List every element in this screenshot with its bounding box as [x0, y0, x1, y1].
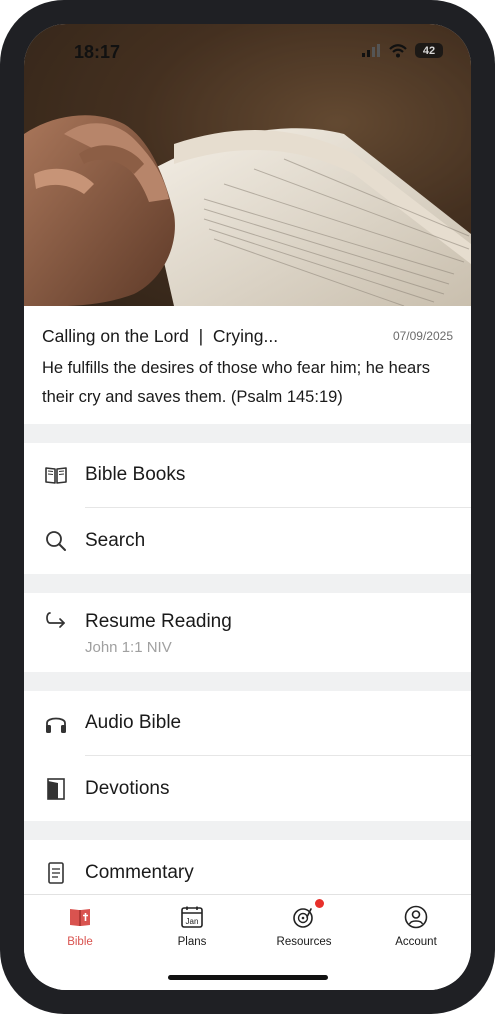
- menu-label-devotions: Devotions: [85, 778, 170, 799]
- record-player-icon: [293, 908, 313, 928]
- tab-bible[interactable]: Bible: [24, 903, 136, 953]
- tab-label-plans: Plans: [177, 936, 207, 948]
- phone-frame: 18:17 42 Calling on the Lord | Crying...…: [0, 0, 495, 1014]
- verse-title: Calling on the Lord | Crying...: [42, 326, 279, 346]
- battery-icon: 42: [415, 43, 443, 58]
- search-icon: [46, 531, 66, 551]
- tab-label-bible: Bible: [67, 936, 93, 948]
- wifi-icon: [389, 43, 407, 57]
- status-time: 18:17: [74, 42, 121, 62]
- section-separator: [24, 424, 471, 443]
- section-separator: [24, 672, 471, 691]
- tab-plans[interactable]: Jan Plans: [136, 903, 248, 953]
- calendar-icon: Jan: [181, 906, 203, 928]
- verse-date: 07/09/2025: [392, 329, 453, 343]
- menu-item-bible-books[interactable]: Bible Books: [24, 443, 471, 508]
- menu-label-commentary: Commentary: [85, 862, 194, 883]
- status-bar: 18:17 42: [24, 24, 471, 80]
- menu-label-bible-books: Bible Books: [85, 464, 186, 485]
- headphones-icon: [46, 717, 66, 733]
- section-separator: [24, 574, 471, 593]
- document-icon: [48, 862, 64, 884]
- menu-item-search[interactable]: Search: [24, 508, 471, 574]
- resume-reference: John 1:1 NIV: [85, 639, 172, 656]
- status-icons: 42: [361, 43, 443, 58]
- tab-resources[interactable]: Resources: [248, 899, 360, 953]
- menu-label-audio-bible: Audio Bible: [85, 712, 182, 733]
- tab-label-resources: Resources: [276, 936, 332, 948]
- menu-label-search: Search: [85, 530, 146, 551]
- home-indicator: [168, 975, 328, 980]
- screen: 18:17 42 Calling on the Lord | Crying...…: [24, 24, 471, 990]
- menu-item-commentary[interactable]: Commentary: [24, 840, 471, 894]
- notification-badge: [315, 899, 324, 908]
- tab-label-account: Account: [395, 936, 437, 948]
- cellular-signal-icon: [362, 43, 380, 57]
- door-icon: [47, 778, 65, 800]
- section-separator: [24, 821, 471, 840]
- menu-label-resume-reading: Resume Reading: [85, 611, 232, 632]
- menu-item-resume-reading[interactable]: Resume Reading John 1:1 NIV: [24, 593, 471, 672]
- calendar-icon-text: Jan: [186, 917, 199, 926]
- verse-text: He fulfills the desires of those who fea…: [42, 359, 430, 406]
- verse-card[interactable]: Calling on the Lord | Crying... 07/09/20…: [24, 306, 471, 424]
- tab-account[interactable]: Account: [360, 903, 471, 953]
- open-book-icon: [45, 467, 67, 484]
- user-icon: [404, 905, 428, 929]
- bible-icon: [70, 909, 90, 926]
- battery-level: 42: [422, 44, 436, 57]
- resume-arrow-icon: [46, 612, 65, 628]
- menu-item-devotions[interactable]: Devotions: [24, 756, 471, 821]
- menu-item-audio-bible[interactable]: Audio Bible: [24, 691, 471, 756]
